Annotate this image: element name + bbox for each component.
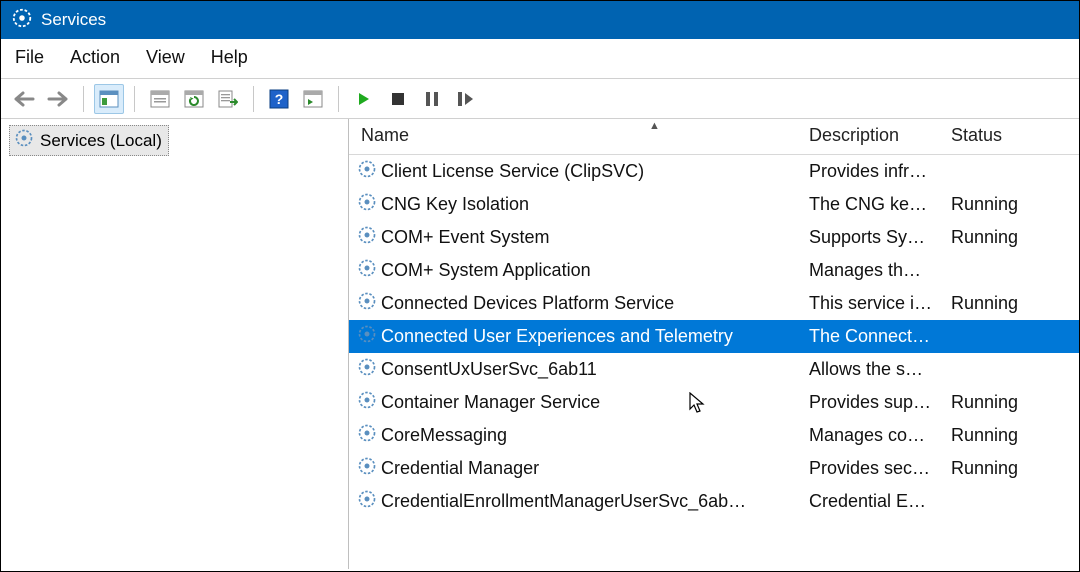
service-name-cell: Connected User Experiences and Telemetry: [349, 324, 809, 349]
service-row[interactable]: CNG Key Isolation The CNG ke…Running: [349, 188, 1079, 221]
service-row[interactable]: CoreMessaging Manages co…Running: [349, 419, 1079, 452]
menu-action[interactable]: Action: [70, 47, 120, 68]
properties-button[interactable]: [145, 84, 175, 114]
service-description: Provides infr…: [809, 161, 951, 182]
gear-icon: [357, 357, 377, 382]
gear-icon: [14, 128, 34, 153]
start-service-button[interactable]: [349, 84, 379, 114]
pause-service-button[interactable]: [417, 84, 447, 114]
service-description: The Connect…: [809, 326, 951, 347]
tree-root-label: Services (Local): [40, 131, 162, 151]
gear-icon: [357, 324, 377, 349]
toolbar: ?: [1, 79, 1079, 119]
service-name: CredentialEnrollmentManagerUserSvc_6ab…: [381, 491, 746, 512]
toolbar-separator: [253, 86, 254, 112]
refresh-button[interactable]: [179, 84, 209, 114]
service-name: Client License Service (ClipSVC): [381, 161, 644, 182]
service-description: Provides sec…: [809, 458, 951, 479]
service-name: CoreMessaging: [381, 425, 507, 446]
service-name: Credential Manager: [381, 458, 539, 479]
service-description: Provides sup…: [809, 392, 951, 413]
tree-root-services-local[interactable]: Services (Local): [9, 125, 169, 156]
service-row[interactable]: Connected User Experiences and Telemetry…: [349, 320, 1079, 353]
gear-icon: [357, 489, 377, 514]
menu-help[interactable]: Help: [211, 47, 248, 68]
service-status: Running: [951, 392, 1041, 413]
menu-view[interactable]: View: [146, 47, 185, 68]
service-name: COM+ System Application: [381, 260, 591, 281]
service-name-cell: CredentialEnrollmentManagerUserSvc_6ab…: [349, 489, 809, 514]
show-hide-tree-button[interactable]: [94, 84, 124, 114]
service-row[interactable]: Container Manager Service Provides sup…Ru…: [349, 386, 1079, 419]
restart-service-button[interactable]: [451, 84, 481, 114]
back-button[interactable]: [9, 84, 39, 114]
service-description: Manages co…: [809, 425, 951, 446]
gear-icon: [357, 390, 377, 415]
service-status: Running: [951, 293, 1041, 314]
service-name: Connected User Experiences and Telemetry: [381, 326, 733, 347]
column-header-name[interactable]: Name ▲: [349, 125, 809, 146]
service-name: CNG Key Isolation: [381, 194, 529, 215]
toolbar-separator: [338, 86, 339, 112]
service-description: Credential E…: [809, 491, 951, 512]
service-row[interactable]: Client License Service (ClipSVC) Provides…: [349, 155, 1079, 188]
export-list-button[interactable]: [213, 84, 243, 114]
service-name: Container Manager Service: [381, 392, 600, 413]
service-name: Connected Devices Platform Service: [381, 293, 674, 314]
service-status: Running: [951, 227, 1041, 248]
service-row[interactable]: Connected Devices Platform Service This s…: [349, 287, 1079, 320]
service-row[interactable]: ConsentUxUserSvc_6ab11 Allows the s…: [349, 353, 1079, 386]
gear-icon: [357, 456, 377, 481]
services-icon: [11, 7, 33, 34]
gear-icon: [357, 423, 377, 448]
sort-ascending-icon: ▲: [649, 120, 660, 132]
column-header-status[interactable]: Status: [951, 125, 1041, 146]
gear-icon: [357, 291, 377, 316]
service-name: COM+ Event System: [381, 227, 550, 248]
service-name-cell: ConsentUxUserSvc_6ab11: [349, 357, 809, 382]
service-status: Running: [951, 458, 1041, 479]
service-name: ConsentUxUserSvc_6ab11: [381, 359, 597, 380]
service-description: Manages th…: [809, 260, 951, 281]
service-row[interactable]: COM+ Event System Supports Sy…Running: [349, 221, 1079, 254]
service-name-cell: CoreMessaging: [349, 423, 809, 448]
service-description: Allows the s…: [809, 359, 951, 380]
window-title: Services: [41, 10, 106, 30]
service-name-cell: COM+ Event System: [349, 225, 809, 250]
service-row[interactable]: CredentialEnrollmentManagerUserSvc_6ab… C…: [349, 485, 1079, 518]
service-status: Running: [951, 194, 1041, 215]
gear-icon: [357, 225, 377, 250]
service-name-cell: Connected Devices Platform Service: [349, 291, 809, 316]
gear-icon: [357, 159, 377, 184]
stop-service-button[interactable]: [383, 84, 413, 114]
service-row[interactable]: Credential Manager Provides sec…Running: [349, 452, 1079, 485]
toolbar-separator: [83, 86, 84, 112]
titlebar: Services: [1, 1, 1079, 39]
service-name-cell: Client License Service (ClipSVC): [349, 159, 809, 184]
svg-text:?: ?: [275, 91, 284, 107]
service-name-cell: Credential Manager: [349, 456, 809, 481]
service-description: This service i…: [809, 293, 951, 314]
service-row[interactable]: COM+ System Application Manages th…: [349, 254, 1079, 287]
main-split: Services (Local) Name ▲ Description Stat…: [1, 119, 1079, 569]
list-body: Client License Service (ClipSVC) Provides…: [349, 155, 1079, 518]
forward-button[interactable]: [43, 84, 73, 114]
list-pane: Name ▲ Description Status Client License…: [349, 119, 1079, 569]
gear-icon: [357, 192, 377, 217]
service-status: Running: [951, 425, 1041, 446]
service-description: The CNG ke…: [809, 194, 951, 215]
list-header: Name ▲ Description Status: [349, 119, 1079, 155]
console-tree-button[interactable]: [298, 84, 328, 114]
column-header-description[interactable]: Description: [809, 125, 951, 146]
gear-icon: [357, 258, 377, 283]
menubar: File Action View Help: [1, 39, 1079, 79]
help-button[interactable]: ?: [264, 84, 294, 114]
tree-pane: Services (Local): [1, 119, 349, 569]
service-description: Supports Sy…: [809, 227, 951, 248]
service-name-cell: Container Manager Service: [349, 390, 809, 415]
menu-file[interactable]: File: [15, 47, 44, 68]
toolbar-separator: [134, 86, 135, 112]
service-name-cell: COM+ System Application: [349, 258, 809, 283]
service-name-cell: CNG Key Isolation: [349, 192, 809, 217]
